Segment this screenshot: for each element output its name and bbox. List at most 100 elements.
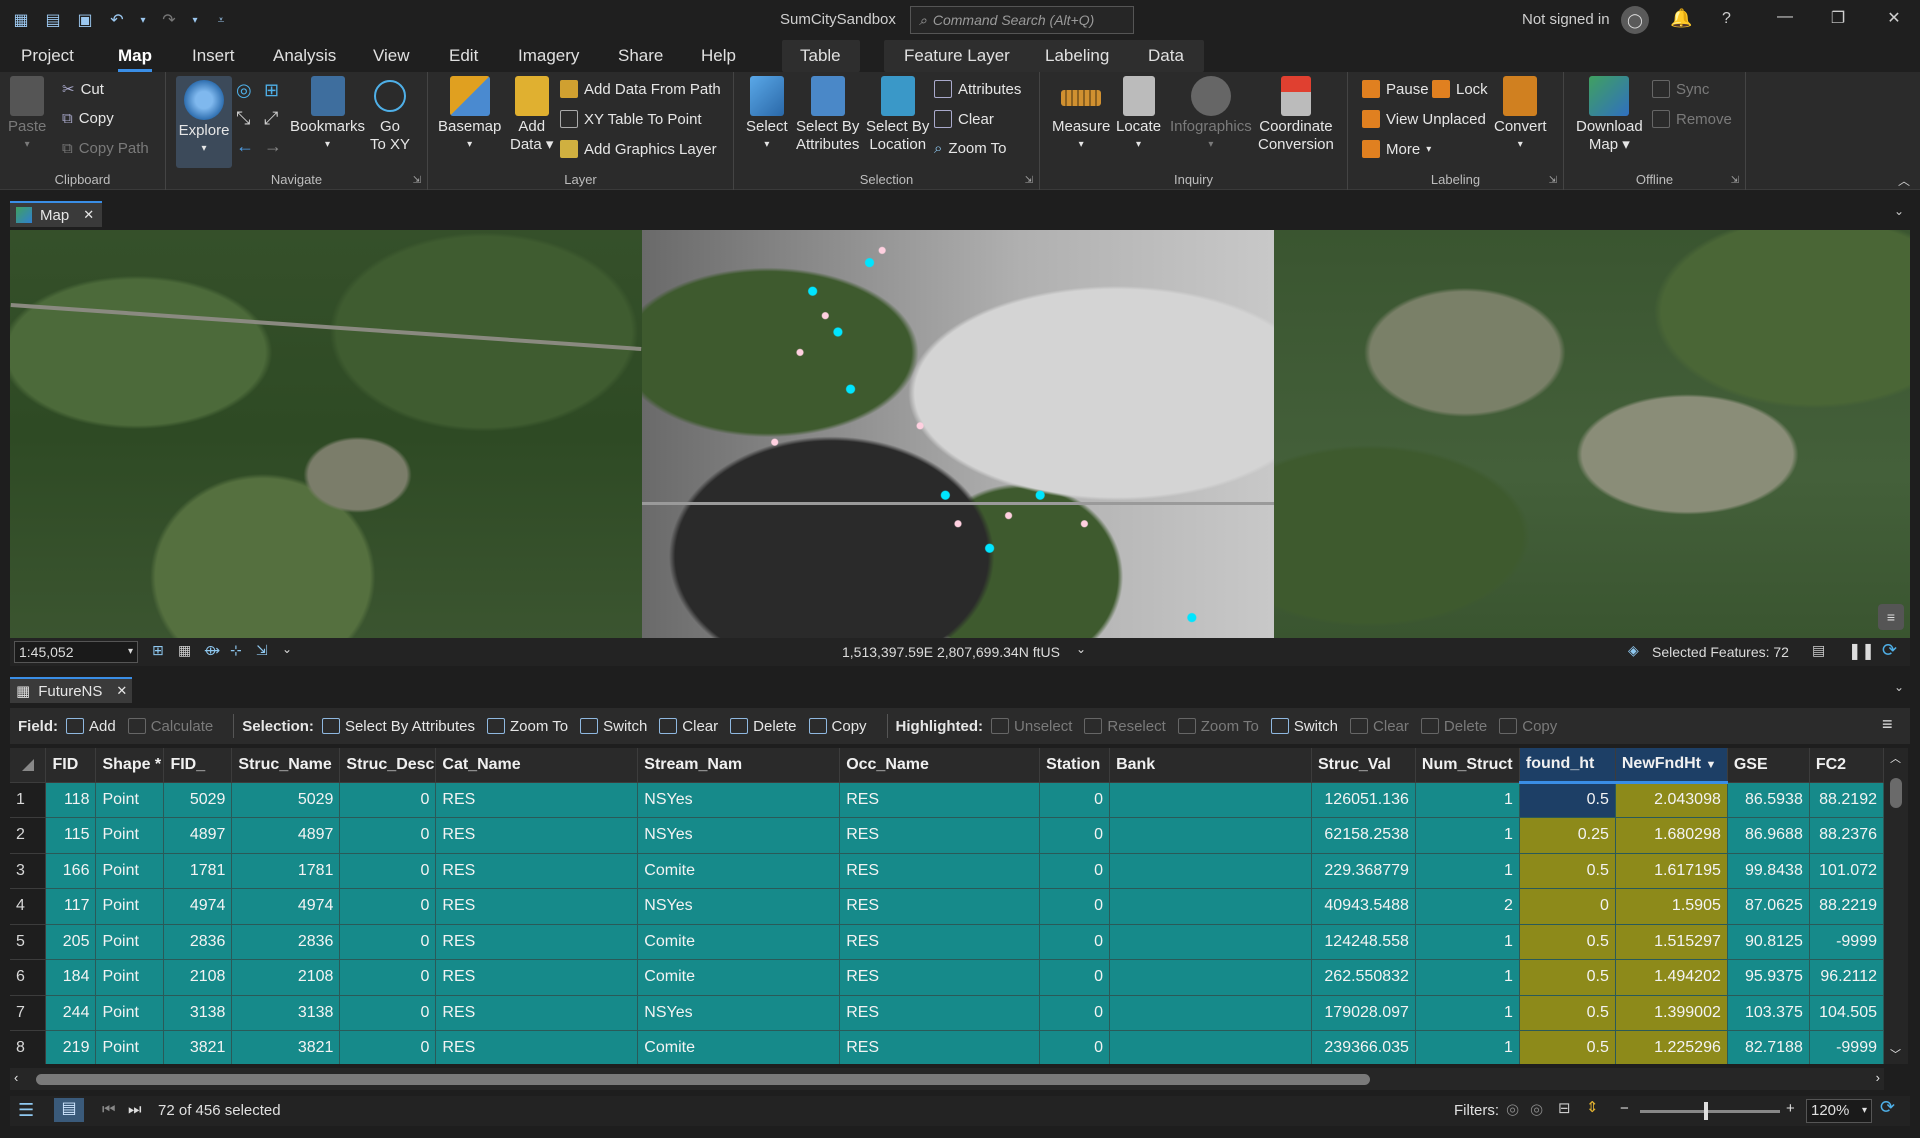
scroll-right-icon[interactable]: › bbox=[1876, 1070, 1880, 1085]
fixed-zoom-icon[interactable]: ⊞ bbox=[264, 80, 279, 101]
table-cell[interactable]: 0 bbox=[1519, 888, 1616, 925]
tab-edit[interactable]: Edit bbox=[449, 46, 478, 66]
table-cell[interactable]: RES bbox=[435, 853, 639, 889]
map-toc-icon[interactable]: ≡ bbox=[1878, 604, 1904, 630]
select-all-corner[interactable] bbox=[10, 748, 47, 783]
table-cell[interactable]: 86.5938 bbox=[1727, 782, 1810, 818]
table-cell[interactable]: 0 bbox=[1039, 995, 1111, 1031]
zoom-to-selection-button[interactable]: ⌕ Zoom To bbox=[934, 140, 1007, 157]
table-cell[interactable]: 86.9688 bbox=[1727, 817, 1810, 854]
redo-icon[interactable]: ↷ bbox=[158, 9, 180, 31]
table-cell[interactable]: 1.225296 bbox=[1615, 1030, 1728, 1064]
table-cell[interactable]: 0 bbox=[339, 817, 437, 854]
table-row[interactable]: 6 184 Point 2108 2108 0 RES Comite RES 0 262.55083… bbox=[10, 959, 1884, 996]
table-cell[interactable]: 2836 bbox=[231, 924, 341, 960]
bookmarks-button[interactable]: Bookmarks ▾ bbox=[290, 76, 365, 154]
table-cell[interactable]: 0 bbox=[339, 924, 437, 960]
column-header[interactable]: Shape * bbox=[95, 748, 165, 783]
table-cell[interactable]: RES bbox=[435, 924, 639, 960]
calculate-field-button[interactable]: Calculate bbox=[127, 718, 213, 735]
table-cell[interactable]: NSYes bbox=[637, 817, 841, 854]
table-cell[interactable]: 2 bbox=[1415, 888, 1520, 925]
locate-button[interactable]: Locate ▾ bbox=[1116, 76, 1161, 154]
help-icon[interactable]: ? bbox=[1722, 10, 1731, 28]
avatar[interactable]: ◯ bbox=[1621, 6, 1649, 34]
xy-table-to-point-button[interactable]: XY Table To Point bbox=[560, 110, 702, 128]
table-cell[interactable]: RES bbox=[435, 888, 639, 925]
table-cell[interactable]: 117 bbox=[45, 888, 97, 925]
infographics-button[interactable]: Infographics ▾ bbox=[1170, 76, 1252, 154]
tab-insert[interactable]: Insert bbox=[192, 46, 235, 66]
table-cell[interactable] bbox=[1109, 782, 1312, 818]
cut-button[interactable]: ✂ Cut bbox=[62, 80, 104, 99]
minimize-icon[interactable]: — bbox=[1770, 8, 1800, 26]
add-field-button[interactable]: Add bbox=[66, 718, 116, 735]
table-cell[interactable]: 2836 bbox=[163, 924, 233, 960]
table-cell[interactable]: 3821 bbox=[163, 1030, 233, 1064]
table-cell[interactable]: 229.368779 bbox=[1311, 853, 1416, 889]
clear-selection-button[interactable]: Clear bbox=[934, 110, 994, 128]
map-view[interactable]: ≡ bbox=[10, 230, 1910, 638]
table-cell[interactable]: 1.494202 bbox=[1615, 959, 1728, 996]
table-row[interactable]: 8 219 Point 3821 3821 0 RES Comite RES 0 239366.03… bbox=[10, 1030, 1884, 1064]
table-cell[interactable]: RES bbox=[435, 782, 639, 818]
table-cell[interactable]: 1 bbox=[1415, 924, 1520, 960]
remove-button[interactable]: Remove bbox=[1652, 110, 1732, 128]
select-by-attributes-button[interactable]: Select By Attributes bbox=[796, 76, 859, 154]
table-cell[interactable] bbox=[1109, 959, 1312, 996]
table-cell[interactable]: 0 bbox=[1039, 888, 1111, 925]
table-row[interactable]: 5 205 Point 2836 2836 0 RES Comite RES 0 124248.55… bbox=[10, 924, 1884, 960]
table-cell[interactable]: 0.5 bbox=[1519, 924, 1616, 960]
table-cell[interactable]: Point bbox=[95, 782, 165, 818]
row-number[interactable]: 7 bbox=[10, 995, 47, 1031]
chevron-down-icon[interactable]: ⌄ bbox=[1076, 642, 1086, 656]
open-icon[interactable]: ▤ bbox=[42, 9, 64, 31]
table-cell[interactable]: 0 bbox=[339, 782, 437, 818]
tab-labeling[interactable]: Labeling bbox=[1045, 46, 1109, 66]
table-cell[interactable]: RES bbox=[435, 995, 639, 1031]
add-data-button[interactable]: Add Data ▾ bbox=[510, 76, 553, 154]
last-record-icon[interactable]: ⏭ bbox=[128, 1101, 142, 1118]
table-cell[interactable]: 1.617195 bbox=[1615, 853, 1728, 889]
table-cell[interactable]: 0.5 bbox=[1519, 1030, 1616, 1064]
first-record-icon[interactable]: ⏮ bbox=[102, 1101, 116, 1118]
table-cell[interactable]: 1 bbox=[1415, 959, 1520, 996]
table-cell[interactable]: RES bbox=[435, 1030, 639, 1064]
table-cell[interactable]: Point bbox=[95, 817, 165, 854]
table-cell[interactable]: 0.5 bbox=[1519, 995, 1616, 1031]
save-icon[interactable]: ▣ bbox=[74, 9, 96, 31]
table-cell[interactable]: RES bbox=[435, 959, 639, 996]
pointer-icon[interactable]: ⇲ bbox=[256, 642, 268, 659]
definition-filter-icon[interactable]: ⊟ bbox=[1558, 1099, 1571, 1117]
table-cell[interactable]: RES bbox=[839, 817, 1041, 854]
column-header[interactable]: GSE bbox=[1727, 748, 1810, 783]
tab-analysis[interactable]: Analysis bbox=[273, 46, 336, 66]
table-cell[interactable]: 2.043098 bbox=[1615, 782, 1728, 818]
table-cell[interactable]: 1781 bbox=[231, 853, 341, 889]
add-data-from-path-button[interactable]: Add Data From Path bbox=[560, 80, 721, 98]
snapping-icon[interactable]: ⟴ bbox=[204, 642, 220, 659]
column-header[interactable]: FID bbox=[45, 748, 97, 783]
table-cell[interactable]: 87.0625 bbox=[1727, 888, 1810, 925]
table-cell[interactable]: 0.5 bbox=[1519, 782, 1616, 818]
pause-labeling-button[interactable]: Pause bbox=[1362, 80, 1429, 98]
tab-table[interactable]: Table bbox=[800, 46, 841, 66]
table-cell[interactable]: 262.550832 bbox=[1311, 959, 1416, 996]
table-cell[interactable]: 0.5 bbox=[1519, 959, 1616, 996]
table-cell[interactable]: 104.505 bbox=[1809, 995, 1884, 1031]
delete-highlighted-button[interactable]: Delete bbox=[1420, 718, 1487, 735]
row-number[interactable]: 6 bbox=[10, 959, 47, 996]
table-cell[interactable]: 0 bbox=[339, 888, 437, 925]
table-cell[interactable]: 62158.2538 bbox=[1311, 817, 1416, 854]
redo-dropdown-icon[interactable]: ▾ bbox=[190, 9, 200, 31]
table-cell[interactable] bbox=[1109, 1030, 1312, 1064]
table-cell[interactable]: NSYes bbox=[637, 995, 841, 1031]
table-cell[interactable]: 0 bbox=[339, 995, 437, 1031]
row-number[interactable]: 2 bbox=[10, 817, 47, 854]
column-header[interactable]: Struc_Val bbox=[1311, 748, 1416, 783]
zoom-out-table-icon[interactable]: − bbox=[1620, 1100, 1629, 1117]
view-unplaced-button[interactable]: View Unplaced bbox=[1362, 110, 1486, 128]
table-row[interactable]: 3 166 Point 1781 1781 0 RES Comite RES 0 229.36877… bbox=[10, 853, 1884, 889]
table-cell[interactable]: 4974 bbox=[163, 888, 233, 925]
table-cell[interactable]: 3138 bbox=[231, 995, 341, 1031]
